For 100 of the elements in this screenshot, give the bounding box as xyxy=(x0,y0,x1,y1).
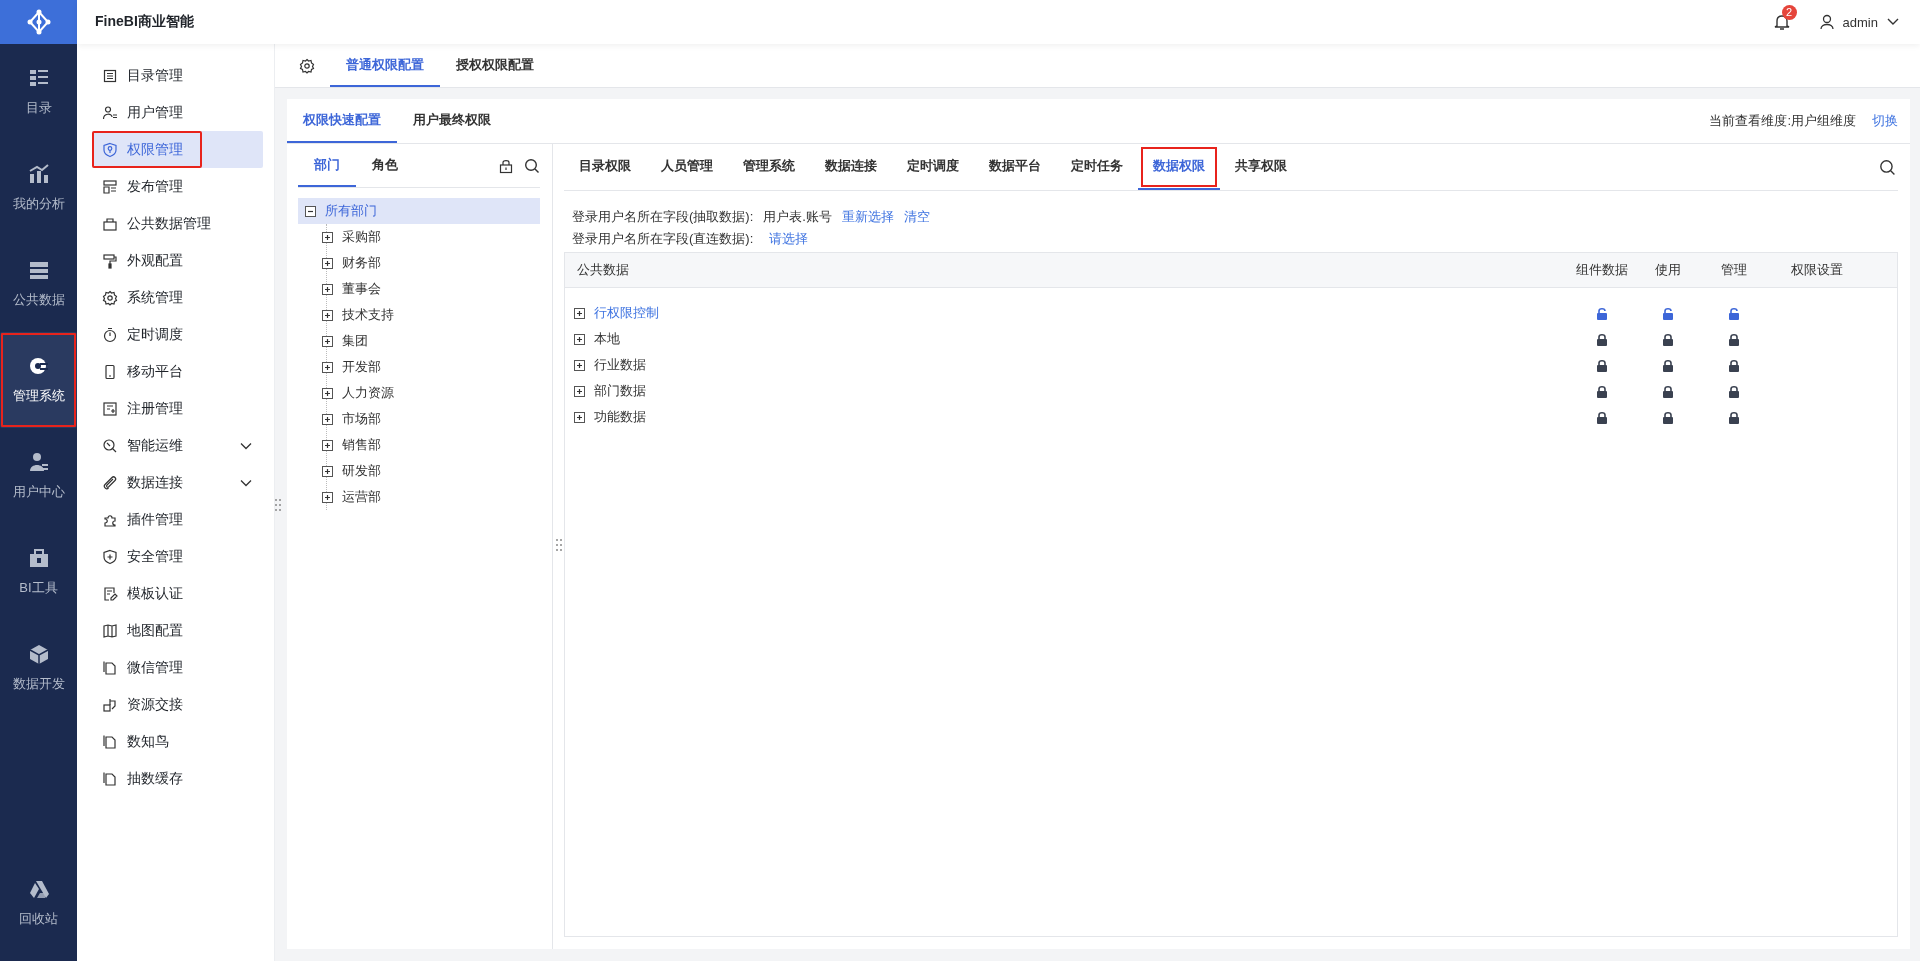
expand-icon[interactable] xyxy=(321,256,334,270)
sidebar-item[interactable]: 目录管理 xyxy=(92,57,263,94)
tree-item[interactable]: 销售部 xyxy=(321,432,540,458)
tree-item[interactable]: 技术支持 xyxy=(321,302,540,328)
sidebar-item[interactable]: 发布管理 xyxy=(92,168,263,205)
sidebar-item[interactable]: 抽数缓存 xyxy=(92,760,263,797)
tab[interactable]: 授权权限配置 xyxy=(440,44,550,87)
collapse-icon[interactable] xyxy=(304,204,317,218)
nav-item[interactable]: 目录 xyxy=(0,44,77,140)
nav-item[interactable]: 数据开发 xyxy=(0,620,77,716)
row-name[interactable]: 功能数据 xyxy=(594,408,646,426)
expand-icon[interactable] xyxy=(573,410,586,424)
tab[interactable]: 管理系统 xyxy=(728,144,810,190)
nav-item[interactable]: 管理系统 xyxy=(0,332,77,428)
expand-icon[interactable] xyxy=(321,360,334,374)
tab[interactable]: 数据平台 xyxy=(974,144,1056,190)
lock-icon[interactable] xyxy=(1595,383,1609,399)
row-name[interactable]: 行业数据 xyxy=(594,356,646,374)
tab[interactable]: 数据权限 xyxy=(1138,144,1220,190)
tree-item[interactable]: 财务部 xyxy=(321,250,540,276)
search-icon[interactable] xyxy=(1879,158,1896,176)
tab[interactable]: 权限快速配置 xyxy=(287,99,397,143)
tab[interactable]: 数据连接 xyxy=(810,144,892,190)
sidebar-item[interactable]: 地图配置 xyxy=(92,612,263,649)
expand-icon[interactable] xyxy=(321,308,334,322)
sidebar-item[interactable]: 资源交接 xyxy=(92,686,263,723)
sidebar-item[interactable]: 数据连接 xyxy=(92,464,263,501)
sidebar-item[interactable]: 公共数据管理 xyxy=(92,205,263,242)
lock-icon[interactable] xyxy=(1661,357,1675,373)
sidebar-item[interactable]: 用户管理 xyxy=(92,94,263,131)
sidebar-item[interactable]: 移动平台 xyxy=(92,353,263,390)
sidebar-item[interactable]: 智能运维 xyxy=(92,427,263,464)
sidebar-item[interactable]: 注册管理 xyxy=(92,390,263,427)
lock-icon[interactable] xyxy=(1727,331,1741,347)
unlock-icon[interactable] xyxy=(1661,305,1675,321)
expand-icon[interactable] xyxy=(573,332,586,346)
tab[interactable]: 用户最终权限 xyxy=(397,99,507,143)
tab[interactable]: 普通权限配置 xyxy=(330,44,440,87)
action-link[interactable]: 重新选择 xyxy=(841,208,894,226)
expand-icon[interactable] xyxy=(573,384,586,398)
lock-icon[interactable] xyxy=(1595,409,1609,425)
nav-item[interactable]: 回收站 xyxy=(0,855,77,951)
tree-item[interactable]: 运营部 xyxy=(321,484,540,510)
nav-item[interactable]: 公共数据 xyxy=(0,236,77,332)
tab[interactable]: 人员管理 xyxy=(646,144,728,190)
lock-icon[interactable] xyxy=(1727,383,1741,399)
tab[interactable]: 定时调度 xyxy=(892,144,974,190)
tab[interactable]: 部门 xyxy=(298,144,356,187)
user-menu[interactable]: admin xyxy=(1818,14,1900,30)
tree-item[interactable]: 开发部 xyxy=(321,354,540,380)
sidebar-item[interactable]: 定时调度 xyxy=(92,316,263,353)
lock-icon[interactable] xyxy=(1661,331,1675,347)
sidebar-item[interactable]: 微信管理 xyxy=(92,649,263,686)
row-name[interactable]: 本地 xyxy=(594,330,620,348)
expand-icon[interactable] xyxy=(321,386,334,400)
sidebar-item[interactable]: 权限管理 xyxy=(92,131,263,168)
lock-icon[interactable] xyxy=(1661,383,1675,399)
tree-item[interactable]: 采购部 xyxy=(321,224,540,250)
nav-item[interactable]: 我的分析 xyxy=(0,140,77,236)
expand-icon[interactable] xyxy=(573,306,586,320)
expand-icon[interactable] xyxy=(321,490,334,504)
sidebar-item[interactable]: 插件管理 xyxy=(92,501,263,538)
tree-item[interactable]: 人力资源 xyxy=(321,380,540,406)
lock-icon[interactable] xyxy=(1661,409,1675,425)
tab[interactable]: 定时任务 xyxy=(1056,144,1138,190)
expand-icon[interactable] xyxy=(321,412,334,426)
action-link[interactable]: 请选择 xyxy=(769,230,809,248)
tree-item[interactable]: 所有部门 xyxy=(298,198,540,224)
lock-icon[interactable] xyxy=(1595,331,1609,347)
row-name[interactable]: 部门数据 xyxy=(594,382,646,400)
lock-icon[interactable] xyxy=(1595,357,1609,373)
expand-icon[interactable] xyxy=(321,230,334,244)
tab[interactable]: 角色 xyxy=(356,144,414,187)
lock-icon[interactable] xyxy=(498,157,514,174)
expand-icon[interactable] xyxy=(321,282,334,296)
unlock-icon[interactable] xyxy=(1727,305,1741,321)
tab[interactable]: 共享权限 xyxy=(1220,144,1302,190)
nav-item[interactable]: BI工具 xyxy=(0,524,77,620)
lock-icon[interactable] xyxy=(1727,409,1741,425)
sidebar-item[interactable]: 系统管理 xyxy=(92,279,263,316)
expand-icon[interactable] xyxy=(321,438,334,452)
lock-icon[interactable] xyxy=(1727,357,1741,373)
tree-item[interactable]: 董事会 xyxy=(321,276,540,302)
tree-item[interactable]: 研发部 xyxy=(321,458,540,484)
sidebar-item[interactable]: 安全管理 xyxy=(92,538,263,575)
nav-item[interactable]: 用户中心 xyxy=(0,428,77,524)
row-name[interactable]: 行权限控制 xyxy=(594,304,659,322)
switch-link[interactable]: 切换 xyxy=(1872,112,1898,130)
sidebar-item[interactable]: 模板认证 xyxy=(92,575,263,612)
action-link[interactable]: 清空 xyxy=(903,208,930,226)
unlock-icon[interactable] xyxy=(1595,305,1609,321)
sidebar-item[interactable]: 数知鸟 xyxy=(92,723,263,760)
tree-item[interactable]: 集团 xyxy=(321,328,540,354)
tree-item[interactable]: 市场部 xyxy=(321,406,540,432)
sidebar-item[interactable]: 外观配置 xyxy=(92,242,263,279)
expand-icon[interactable] xyxy=(321,334,334,348)
tab[interactable]: 目录权限 xyxy=(564,144,646,190)
expand-icon[interactable] xyxy=(321,464,334,478)
search-icon[interactable] xyxy=(524,157,540,174)
expand-icon[interactable] xyxy=(573,358,586,372)
